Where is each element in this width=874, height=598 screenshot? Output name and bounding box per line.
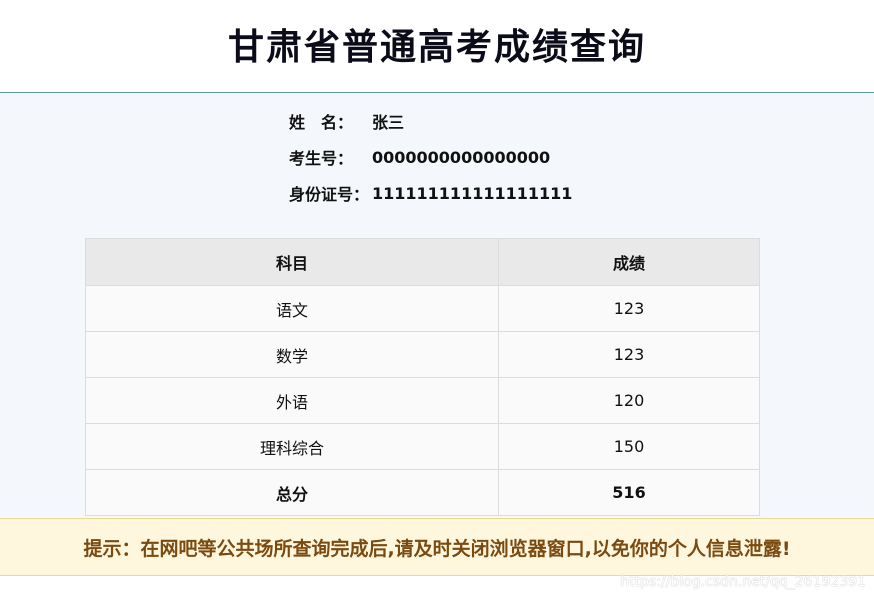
score-cell: 150 [498,423,760,470]
id-number-value: 111111111111111111 [372,183,573,203]
page-header: 甘肃省普通高考成绩查询 [0,0,874,93]
table-row: 语文 123 [85,285,760,332]
subject-cell: 理科综合 [85,423,499,470]
total-row: 总分 516 [85,469,760,516]
score-cell: 120 [498,377,760,424]
student-name-row: 姓 名： 张三 [289,103,572,139]
column-header-subject: 科目 [85,238,499,286]
privacy-notice-text: 提示：在网吧等公共场所查询完成后,请及时关闭浏览器窗口,以免你的个人信息泄露! [83,537,791,560]
subject-cell: 语文 [85,285,499,332]
score-table: 科目 成绩 语文 123 数学 123 外语 120 理科综合 150 总分 5… [85,238,760,516]
subject-cell: 数学 [85,331,499,378]
table-row: 数学 123 [85,331,760,378]
watermark: https://blog.csdn.net/qq_26192391 [620,574,866,590]
privacy-notice: 提示：在网吧等公共场所查询完成后,请及时关闭浏览器窗口,以免你的个人信息泄露! [0,518,874,576]
main-content: 姓 名： 张三 考生号： 0000000000000000 身份证号： 1111… [0,93,874,518]
id-number-row: 身份证号： 111111111111111111 [289,175,572,211]
score-query-page: 甘肃省普通高考成绩查询 姓 名： 张三 考生号： 000000000000000… [0,0,874,598]
score-cell: 123 [498,331,760,378]
table-row: 理科综合 150 [85,423,760,470]
exam-number-row: 考生号： 0000000000000000 [289,139,572,175]
student-info: 姓 名： 张三 考生号： 0000000000000000 身份证号： 1111… [289,103,572,211]
exam-number-label: 考生号： [289,149,354,168]
table-header-row: 科目 成绩 [85,238,760,286]
student-name-value: 张三 [372,113,405,132]
total-score-cell: 516 [498,469,760,516]
table-row: 外语 120 [85,377,760,424]
column-header-score: 成绩 [498,238,760,286]
subject-cell: 外语 [85,377,499,424]
total-label-cell: 总分 [85,469,499,516]
student-name-label: 姓 名： [289,113,354,132]
id-number-label: 身份证号： [289,185,370,204]
page-title: 甘肃省普通高考成绩查询 [227,27,646,68]
exam-number-value: 0000000000000000 [372,147,551,167]
score-cell: 123 [498,285,760,332]
